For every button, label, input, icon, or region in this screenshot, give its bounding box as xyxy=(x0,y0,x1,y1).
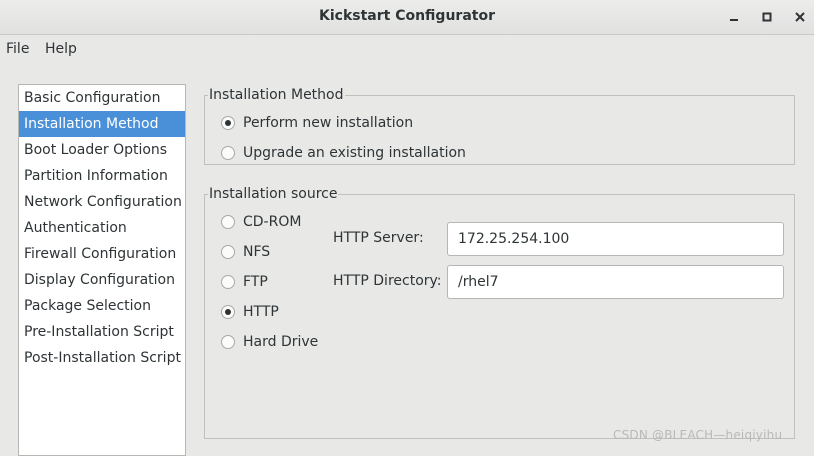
radio-unchecked-icon xyxy=(221,275,235,289)
sidebar-item-partition-information[interactable]: Partition Information xyxy=(19,163,185,189)
sidebar-item-display-configuration[interactable]: Display Configuration xyxy=(19,267,185,293)
radio-ftp[interactable]: FTP xyxy=(221,274,268,290)
sidebar-item-pre-installation-script[interactable]: Pre-Installation Script xyxy=(19,319,185,345)
radio-unchecked-icon xyxy=(221,146,235,160)
radio-label: HTTP xyxy=(243,304,279,320)
installation-method-title: Installation Method xyxy=(208,87,345,104)
title-bar: Kickstart Configurator xyxy=(0,0,814,35)
installation-source-group: Installation source CD-ROM NFS FTP HTTP … xyxy=(204,186,795,439)
window-title: Kickstart Configurator xyxy=(319,8,495,24)
radio-label: Perform new installation xyxy=(243,115,414,131)
installation-source-title: Installation source xyxy=(208,186,339,203)
close-button[interactable] xyxy=(789,6,811,28)
http-directory-label: HTTP Directory: xyxy=(333,273,442,289)
sidebar-item-firewall-configuration[interactable]: Firewall Configuration xyxy=(19,241,185,267)
radio-cd-rom[interactable]: CD-ROM xyxy=(221,214,301,230)
sidebar-item-installation-method[interactable]: Installation Method xyxy=(19,111,185,137)
radio-checked-icon xyxy=(221,116,235,130)
watermark: CSDN @BLEACH—heiqiyihu xyxy=(613,428,783,442)
radio-unchecked-icon xyxy=(221,245,235,259)
radio-perform-new-installation[interactable]: Perform new installation xyxy=(221,115,413,131)
http-server-label: HTTP Server: xyxy=(333,230,424,246)
menu-file[interactable]: File xyxy=(6,41,29,57)
sidebar-item-basic-configuration[interactable]: Basic Configuration xyxy=(19,85,185,111)
http-directory-input[interactable]: /rhel7 xyxy=(447,265,784,299)
sidebar-item-boot-loader-options[interactable]: Boot Loader Options xyxy=(19,137,185,163)
minimize-button[interactable] xyxy=(723,6,745,28)
radio-label: CD-ROM xyxy=(243,214,302,230)
radio-unchecked-icon xyxy=(221,335,235,349)
menu-bar: File Help xyxy=(0,35,814,65)
sidebar-item-authentication[interactable]: Authentication xyxy=(19,215,185,241)
sidebar-item-post-installation-script[interactable]: Post-Installation Script xyxy=(19,345,185,371)
close-icon xyxy=(795,12,805,22)
sidebar: Basic Configuration Installation Method … xyxy=(18,84,186,456)
menu-help[interactable]: Help xyxy=(45,41,77,57)
sidebar-item-network-configuration[interactable]: Network Configuration xyxy=(19,189,185,215)
radio-nfs[interactable]: NFS xyxy=(221,244,270,260)
radio-upgrade-existing-installation[interactable]: Upgrade an existing installation xyxy=(221,145,466,161)
radio-unchecked-icon xyxy=(221,215,235,229)
maximize-button[interactable] xyxy=(756,6,778,28)
radio-http[interactable]: HTTP xyxy=(221,304,279,320)
radio-label: FTP xyxy=(243,274,268,290)
radio-label: NFS xyxy=(243,244,271,260)
maximize-icon xyxy=(762,12,772,22)
radio-checked-icon xyxy=(221,305,235,319)
sidebar-item-package-selection[interactable]: Package Selection xyxy=(19,293,185,319)
http-server-input[interactable]: 172.25.254.100 xyxy=(447,222,784,256)
radio-label: Hard Drive xyxy=(243,334,319,350)
radio-hard-drive[interactable]: Hard Drive xyxy=(221,334,318,350)
installation-method-group: Installation Method Perform new installa… xyxy=(204,87,795,165)
radio-label: Upgrade an existing installation xyxy=(243,145,466,161)
minimize-icon xyxy=(730,19,738,21)
